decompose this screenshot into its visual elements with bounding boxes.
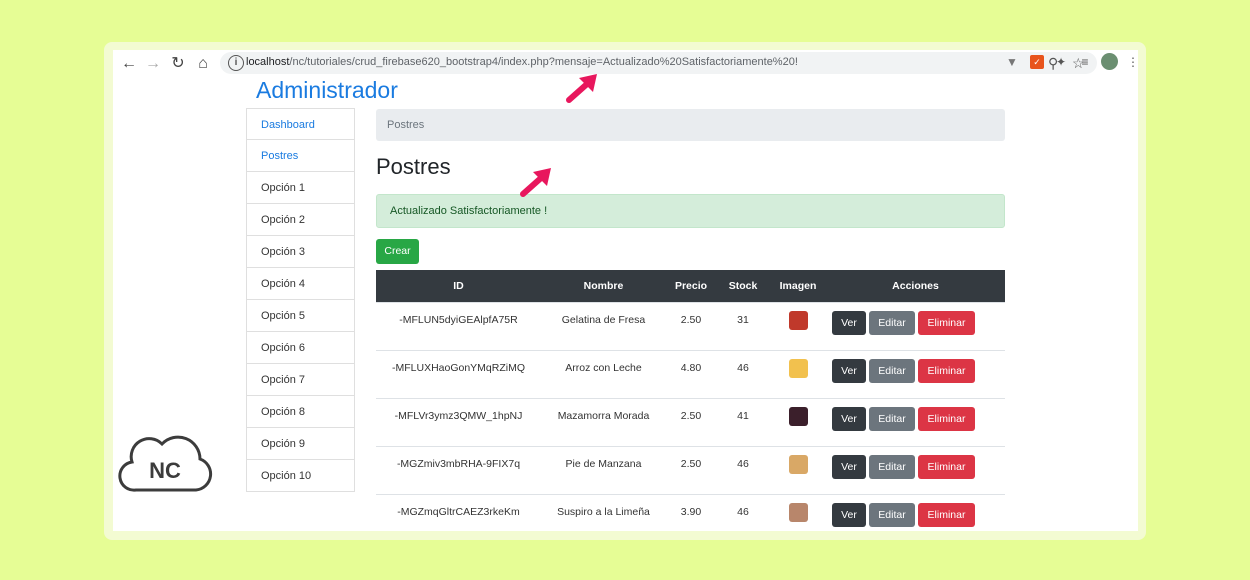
page-title: Postres (376, 154, 451, 179)
cell-precio: 2.50 (680, 458, 702, 470)
url-path: /nc/tutoriales/crud_firebase620_bootstra… (289, 56, 798, 68)
dessert-thumbnail (788, 407, 808, 426)
extension-shield-icon[interactable]: ▼ (1005, 55, 1019, 69)
cell-nombre: Mazamorra Morada (557, 410, 650, 422)
sidebar-item-opcion-7[interactable]: Opción 7 (246, 364, 355, 396)
browser-window: ← → ↻ ⌂ i localhost/nc/tutoriales/crud_f… (113, 50, 1138, 531)
cell-imagen (770, 447, 826, 494)
edit-button[interactable]: Editar (869, 311, 915, 335)
cell-stock: 46 (737, 458, 749, 470)
dessert-thumbnail (788, 503, 808, 522)
view-button[interactable]: Ver (832, 359, 866, 383)
annotation-arrow-alert (520, 168, 551, 197)
edit-button[interactable]: Editar (869, 455, 915, 479)
table-body: -MFLUN5dyiGEAlpfA75R Gelatina de Fresa 2.5… (376, 302, 1005, 531)
cell-stock: 46 (737, 506, 749, 518)
sidebar-item-opcion-4[interactable]: Opción 4 (246, 268, 355, 300)
cell-stock: 46 (737, 362, 749, 374)
table-header: ID Nombre Precio Stock Imagen Acciones (376, 270, 1005, 302)
menu-dots-icon[interactable]: ⋮ (1126, 55, 1138, 69)
extension-red-icon[interactable]: ✓ (1030, 55, 1044, 69)
cell-nombre: Arroz con Leche (565, 362, 642, 374)
cell-imagen (770, 495, 826, 531)
sidebar-item-opcion-1[interactable]: Opción 1 (246, 172, 355, 204)
table-row: -MFLVr3ymz3QMW_1hpNJ Mazamorra Morada 2.50… (376, 398, 1005, 446)
cell-imagen (770, 399, 826, 446)
cell-stock: 31 (737, 314, 749, 326)
desserts-table: ID Nombre Precio Stock Imagen Acciones -… (376, 270, 1005, 531)
admin-title: Administrador (256, 77, 398, 103)
site-info-icon[interactable]: i (228, 55, 244, 71)
sidebar-item-opcion-2[interactable]: Opción 2 (246, 204, 355, 236)
cell-id: -MFLUN5dyiGEAlpfA75R (399, 314, 518, 326)
nc-cloud-logo: NC (118, 435, 213, 492)
view-button[interactable]: Ver (832, 311, 866, 335)
extensions-puzzle-icon[interactable]: ✦ (1054, 55, 1068, 69)
cell-precio: 4.80 (680, 362, 702, 374)
column-header-imagen: Imagen (779, 280, 817, 292)
table-row: -MGZmqGltrCAEZ3rkeKm Suspiro a la Limeña 3… (376, 494, 1005, 531)
sidebar-item-opcion-5[interactable]: Opción 5 (246, 300, 355, 332)
delete-button[interactable]: Eliminar (918, 503, 975, 527)
column-header-nombre: Nombre (583, 280, 624, 292)
cell-precio: 2.50 (680, 410, 702, 422)
table-row: -MFLUN5dyiGEAlpfA75R Gelatina de Fresa 2.5… (376, 302, 1005, 350)
cell-nombre: Pie de Manzana (565, 458, 642, 470)
cell-precio: 3.90 (680, 506, 702, 518)
cell-nombre: Suspiro a la Limeña (557, 506, 650, 518)
sidebar-item-dashboard[interactable]: Dashboard (246, 108, 355, 140)
sidebar-item-opcion-9[interactable]: Opción 9 (246, 428, 355, 460)
sidebar-item-opcion-8[interactable]: Opción 8 (246, 396, 355, 428)
dessert-thumbnail (788, 359, 808, 378)
url-text: localhost/nc/tutoriales/crud_firebase620… (246, 56, 798, 68)
delete-button[interactable]: Eliminar (918, 407, 975, 431)
table-row: -MGZmiv3mbRHA-9FIX7q Pie de Manzana 2.50 46… (376, 446, 1005, 494)
edit-button[interactable]: Editar (869, 359, 915, 383)
edit-button[interactable]: Editar (869, 503, 915, 527)
edit-button[interactable]: Editar (869, 407, 915, 431)
url-host: localhost (246, 56, 290, 68)
address-bar[interactable]: i localhost/nc/tutoriales/crud_firebase6… (220, 52, 1097, 74)
cell-id: -MGZmiv3mbRHA-9FIX7q (396, 458, 521, 470)
sidebar-item-opcion-10[interactable]: Opción 10 (246, 460, 355, 492)
cell-imagen (770, 303, 826, 350)
forward-icon[interactable]: → (143, 54, 163, 74)
delete-button[interactable]: Eliminar (918, 311, 975, 335)
delete-button[interactable]: Eliminar (918, 455, 975, 479)
view-button[interactable]: Ver (832, 455, 866, 479)
table-row: -MFLUXHaoGonYMqRZiMQ Arroz con Leche 4.80 4… (376, 350, 1005, 398)
create-button[interactable]: Crear (376, 239, 419, 264)
annotation-arrow-url (566, 74, 597, 103)
column-header-acciones: Acciones (892, 280, 939, 292)
cell-nombre: Gelatina de Fresa (561, 314, 646, 326)
column-header-precio: Precio (674, 280, 708, 292)
cell-stock: 41 (737, 410, 749, 422)
view-button[interactable]: Ver (832, 407, 866, 431)
view-button[interactable]: Ver (832, 503, 866, 527)
cell-id: -MGZmqGltrCAEZ3rkeKm (397, 506, 520, 518)
sidebar: Dashboard Postres Opción 1 Opción 2 Opci… (246, 108, 355, 492)
profile-avatar[interactable] (1101, 53, 1118, 70)
sidebar-item-opcion-3[interactable]: Opción 3 (246, 236, 355, 268)
cell-id: -MFLVr3ymz3QMW_1hpNJ (394, 410, 523, 422)
dessert-thumbnail (788, 455, 808, 474)
column-header-id: ID (453, 280, 464, 292)
cell-precio: 2.50 (680, 314, 702, 326)
sidebar-item-postres[interactable]: Postres (246, 140, 355, 172)
media-queue-icon[interactable]: ≡ (1078, 55, 1092, 69)
back-icon[interactable]: ← (119, 54, 139, 74)
breadcrumb: Postres (376, 109, 1005, 141)
success-alert: Actualizado Satisfactoriamente ! (376, 194, 1005, 228)
cell-imagen (770, 351, 826, 398)
delete-button[interactable]: Eliminar (918, 359, 975, 383)
sidebar-item-opcion-6[interactable]: Opción 6 (246, 332, 355, 364)
home-icon[interactable]: ⌂ (193, 54, 213, 74)
logo-text: NC (149, 458, 181, 483)
reload-icon[interactable]: ↻ (168, 54, 188, 74)
column-header-stock: Stock (728, 280, 758, 292)
dessert-thumbnail (788, 311, 808, 330)
cell-id: -MFLUXHaoGonYMqRZiMQ (391, 362, 526, 374)
